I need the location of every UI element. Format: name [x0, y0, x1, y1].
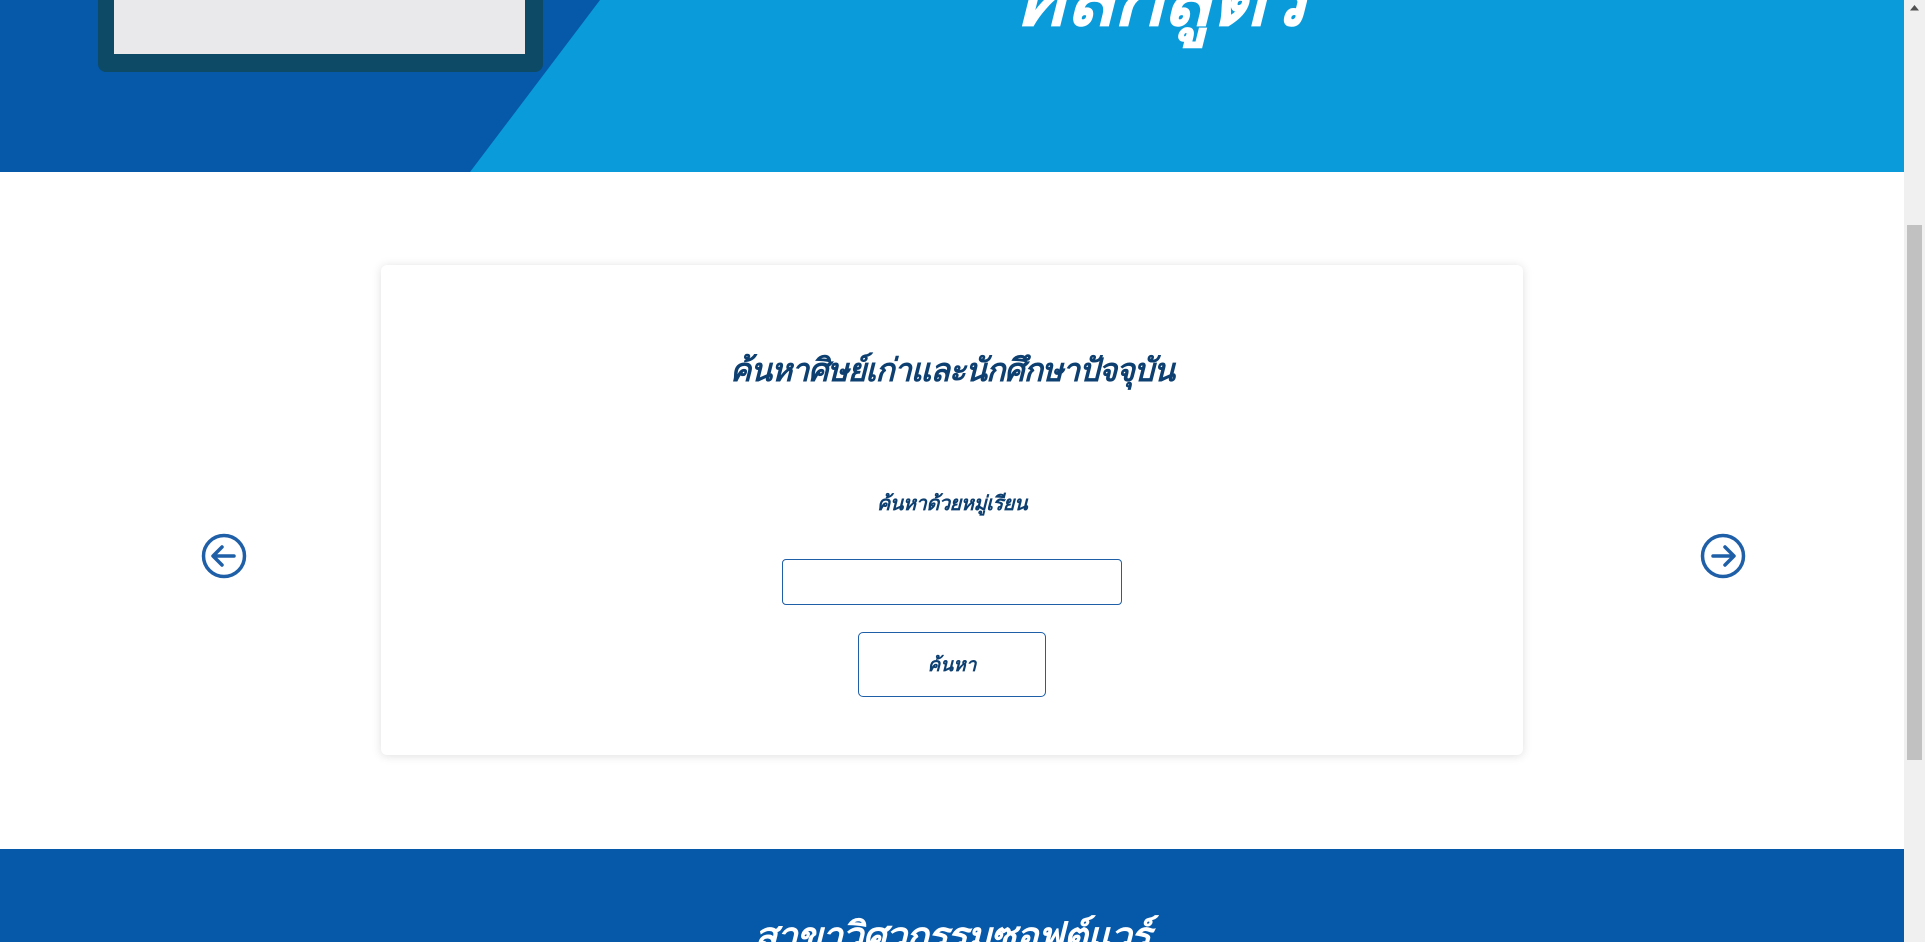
arrow-left-circle-icon[interactable] — [201, 533, 247, 579]
footer-title: สาขาวิศวกรรมซอฟต์แวร์ — [754, 914, 1151, 942]
laptop-screen — [114, 0, 525, 54]
footer-band: สาขาวิศวกรรมซอฟต์แวร์ — [0, 849, 1904, 942]
page: หลักสูตร ค้นหาศิษย์เก่าและนักศึกษาปัจจุบ… — [0, 0, 1904, 942]
hero-banner: หลักสูตร — [0, 0, 1904, 172]
arrow-right-circle-icon[interactable] — [1700, 533, 1746, 579]
vertical-scrollbar[interactable] — [1904, 0, 1925, 942]
search-card: ค้นหาศิษย์เก่าและนักศึกษาปัจจุบัน ค้นหาด… — [381, 265, 1523, 755]
scrollbar-thumb[interactable] — [1907, 225, 1922, 760]
search-by-class-label: ค้นหาด้วยหมู่เรียน — [876, 491, 1028, 515]
search-card-title: ค้นหาศิษย์เก่าและนักศึกษาปัจจุบัน — [729, 351, 1175, 389]
hero-title: หลักสูตร — [1010, 0, 1309, 62]
search-button[interactable]: ค้นหา — [858, 632, 1046, 697]
scroll-up-arrow-icon[interactable] — [1904, 0, 1925, 17]
gear-icon — [224, 0, 304, 40]
class-search-input[interactable] — [782, 559, 1122, 605]
laptop-icon — [98, 0, 543, 72]
